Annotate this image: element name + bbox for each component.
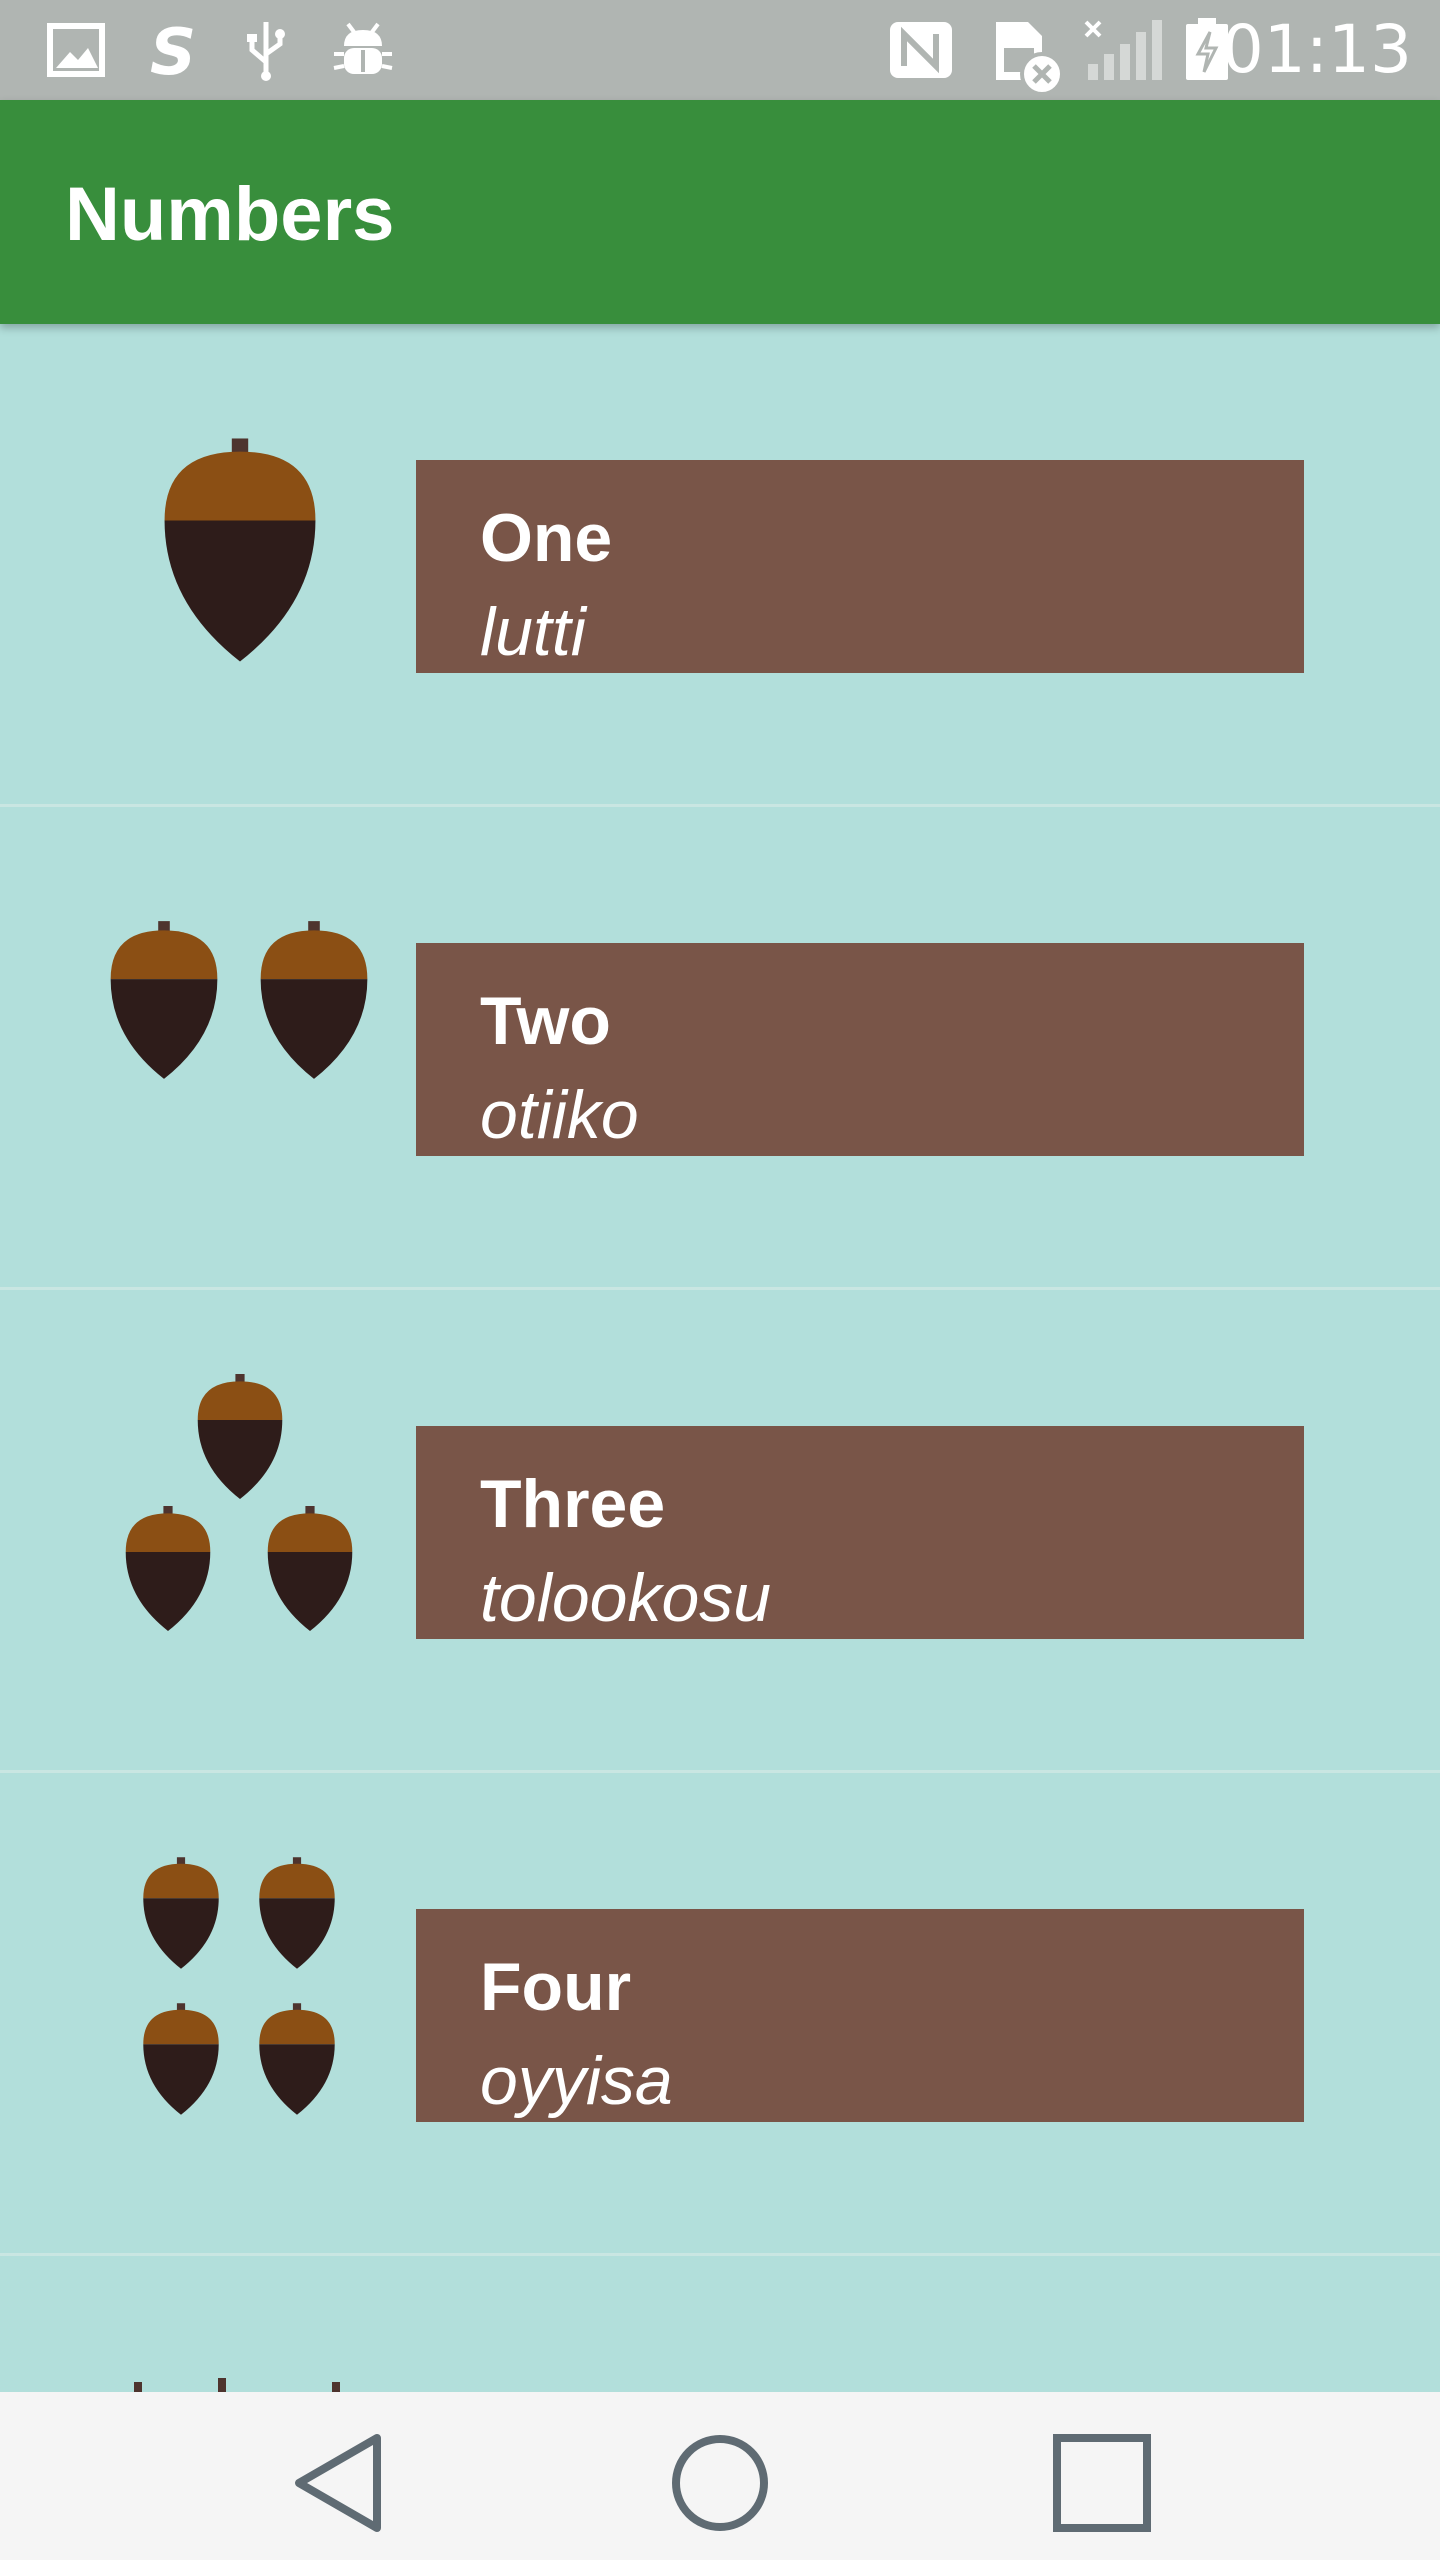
numbers-list[interactable]: One lutti Two otiiko Three tolookosu Fou…: [0, 324, 1440, 2256]
word-card: Four oyyisa: [416, 1909, 1304, 2122]
word-card: Three tolookosu: [416, 1426, 1304, 1639]
signal-off-icon: [1084, 20, 1162, 80]
debug-icon: [333, 22, 393, 74]
list-item-four[interactable]: Four oyyisa: [0, 1773, 1440, 2256]
list-item-one[interactable]: One lutti: [0, 324, 1440, 807]
translated-word: otiiko: [480, 1077, 639, 1153]
translated-word: tolookosu: [480, 1560, 772, 1636]
status-time: 01:13: [1221, 11, 1412, 88]
usb-icon: [247, 22, 285, 81]
acorn-icon: [259, 1857, 335, 1969]
translated-word: lutti: [480, 594, 586, 670]
svg-text:S: S: [150, 18, 196, 82]
acorn-icon: [143, 1857, 219, 1969]
word-card: Two otiiko: [416, 943, 1304, 1156]
gallery-icon: [47, 23, 105, 77]
page-title: Numbers: [65, 172, 395, 257]
home-icon[interactable]: [665, 2428, 775, 2538]
s-app-icon: S: [150, 18, 196, 82]
status-bar: S 01:13: [0, 0, 1440, 100]
acorn-icon: [267, 1506, 353, 1631]
list-item-partial[interactable]: [0, 2258, 1440, 2398]
english-word: One: [480, 500, 613, 576]
acorn-icon: [110, 921, 218, 1079]
acorn-icon: [197, 1374, 283, 1499]
acorn-image-three: [90, 1374, 390, 1670]
list-item-three[interactable]: Three tolookosu: [0, 1290, 1440, 1773]
word-card: One lutti: [416, 460, 1304, 673]
no-sim-icon: [996, 22, 1064, 96]
english-word: Two: [480, 983, 611, 1059]
recents-icon[interactable]: [1047, 2428, 1157, 2538]
english-word: Four: [480, 1949, 632, 2025]
acorn-icon: [143, 2003, 219, 2115]
app-bar: Numbers: [0, 100, 1440, 324]
acorn-image-one: [90, 438, 390, 704]
acorn-icon: [164, 438, 316, 662]
acorn-icon: [125, 1506, 211, 1631]
nfc-icon: [890, 22, 952, 78]
english-word: Three: [480, 1466, 666, 1542]
back-icon[interactable]: [285, 2428, 395, 2538]
acorn-image-two: [90, 921, 390, 1187]
acorn-icon: [260, 921, 368, 1079]
navigation-bar: [0, 2392, 1440, 2560]
acorn-icon: [259, 2003, 335, 2115]
list-item-two[interactable]: Two otiiko: [0, 807, 1440, 1290]
translated-word: oyyisa: [480, 2043, 673, 2119]
acorn-image-four: [90, 1857, 390, 2153]
